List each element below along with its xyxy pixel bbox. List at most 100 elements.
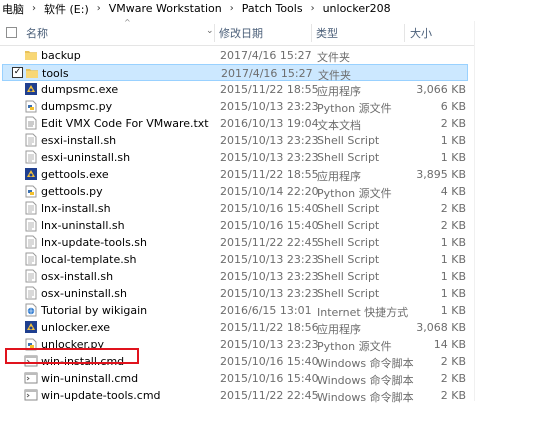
file-size: 2 KB (440, 117, 466, 130)
sh-icon (24, 150, 38, 164)
column-divider[interactable] (404, 24, 405, 42)
sh-icon (24, 252, 38, 266)
file-modified-date: 2015/10/14 22:20 (220, 185, 319, 198)
file-modified-date: 2015/10/13 23:23 (220, 100, 319, 113)
breadcrumb-chevron-icon[interactable]: › (224, 3, 240, 14)
column-header-type[interactable]: 类型 (316, 21, 338, 45)
file-size: 14 KB (433, 338, 466, 351)
py-icon (24, 184, 38, 198)
exe-icon (24, 82, 38, 96)
file-row-osx-install-sh[interactable]: osx-install.sh 2015/10/13 23:23 Shell Scri… (2, 268, 468, 285)
file-row-lnx-install-sh[interactable]: lnx-install.sh 2015/10/16 15:40 Shell Scri… (2, 200, 468, 217)
file-row-win-uninstall-cmd[interactable]: win-uninstall.cmd 2015/10/16 15:40 Windows… (2, 370, 468, 387)
file-name: dumpsmc.py (41, 100, 113, 113)
sh-icon (24, 218, 38, 232)
file-type: 应用程序 (317, 85, 361, 98)
file-size: 2 KB (440, 372, 466, 385)
file-modified-date: 2017/4/16 15:27 (221, 67, 313, 80)
file-row-gettools-py[interactable]: gettools.py 2015/10/14 22:20 Python 源文件 4 K… (2, 183, 468, 200)
file-type: 应用程序 (317, 170, 361, 183)
file-name: lnx-update-tools.sh (41, 236, 147, 249)
folder-row-tools[interactable]: ✓ tools 2017/4/16 15:27 文件夹 (2, 64, 468, 82)
exe-icon (24, 167, 38, 181)
file-name: lnx-install.sh (41, 202, 111, 215)
file-modified-date: 2015/10/13 23:23 (220, 287, 319, 300)
file-row-osx-uninstall-sh[interactable]: osx-uninstall.sh 2015/10/13 23:23 Shell Sc… (2, 285, 468, 302)
file-row-unlocker-exe[interactable]: unlocker.exe 2015/11/22 18:56 应用程序 3,068 KB (2, 319, 468, 336)
breadcrumb-patch-tools[interactable]: Patch Tools (240, 2, 305, 15)
file-type: Shell Script (317, 253, 380, 266)
file-size: 1 KB (440, 134, 466, 147)
breadcrumb-chevron-icon[interactable]: › (26, 3, 42, 14)
file-name: osx-install.sh (41, 270, 114, 283)
column-divider[interactable] (311, 24, 312, 42)
file-name: esxi-uninstall.sh (41, 151, 131, 164)
file-modified-date: 2015/10/16 15:40 (220, 355, 319, 368)
file-row-lnx-update-tools-sh[interactable]: lnx-update-tools.sh 2015/11/22 22:45 Shell… (2, 234, 468, 251)
column-header-row: 名称 ⌄ 修改日期 类型 大小 (0, 21, 474, 46)
file-size: 4 KB (440, 185, 466, 198)
file-modified-date: 2015/11/22 18:55 (220, 168, 319, 181)
column-header-date[interactable]: 修改日期 (219, 21, 263, 45)
file-type: Shell Script (317, 151, 380, 164)
file-type: Windows 命令脚本 (317, 374, 414, 387)
file-type: 应用程序 (317, 323, 361, 336)
file-row-dumpsmc-exe[interactable]: dumpsmc.exe 2015/11/22 18:55 应用程序 3,066 KB (2, 81, 468, 98)
breadcrumb-drive[interactable]: 软件 (E:) (42, 1, 91, 17)
file-name: dumpsmc.exe (41, 83, 119, 96)
file-row-edit-vmx-code-for-vmware-txt[interactable]: Edit VMX Code For VMware.txt 2016/10/13 1… (2, 115, 468, 132)
file-name: backup (41, 49, 81, 62)
file-type: Internet 快捷方式 (317, 306, 409, 319)
file-type: Shell Script (317, 134, 380, 147)
breadcrumb-chevron-icon[interactable]: › (305, 3, 321, 14)
column-divider[interactable] (214, 24, 215, 42)
file-modified-date: 2015/10/13 23:23 (220, 151, 319, 164)
sh-icon (24, 235, 38, 249)
file-row-local-template-sh[interactable]: local-template.sh 2015/10/13 23:23 Shell S… (2, 251, 468, 268)
file-size: 3,895 KB (416, 168, 466, 181)
breadcrumb-vmware[interactable]: VMware Workstation (107, 2, 224, 15)
file-name: esxi-install.sh (41, 134, 117, 147)
file-size: 3,066 KB (416, 83, 466, 96)
row-checkbox[interactable]: ✓ (12, 67, 23, 78)
column-header-name[interactable]: 名称 (26, 21, 48, 45)
breadcrumb-computer[interactable]: 电脑 (0, 1, 26, 17)
file-row-win-update-tools-cmd[interactable]: win-update-tools.cmd 2015/11/22 22:45 Wind… (2, 387, 468, 404)
file-row-esxi-uninstall-sh[interactable]: esxi-uninstall.sh 2015/10/13 23:23 Shell S… (2, 149, 468, 166)
exe-icon (24, 320, 38, 334)
file-name: local-template.sh (41, 253, 137, 266)
file-name: osx-uninstall.sh (41, 287, 128, 300)
file-row-lnx-uninstall-sh[interactable]: lnx-uninstall.sh 2015/10/16 15:40 Shell Sc… (2, 217, 468, 234)
sh-icon (24, 286, 38, 300)
file-modified-date: 2015/11/22 18:55 (220, 83, 319, 96)
file-type: Windows 命令脚本 (317, 357, 414, 370)
column-header-size[interactable]: 大小 (410, 21, 432, 45)
file-name: tools (42, 67, 69, 80)
file-modified-date: 2015/10/13 23:23 (220, 253, 319, 266)
file-type: Python 源文件 (317, 340, 392, 353)
select-all-checkbox[interactable] (6, 27, 17, 38)
file-modified-date: 2016/10/13 19:04 (220, 117, 319, 130)
file-modified-date: 2015/10/13 23:23 (220, 270, 319, 283)
file-row-tutorial-by-wikigain[interactable]: Tutorial by wikigain 2016/6/15 13:01 Inter… (2, 302, 468, 319)
sh-icon (24, 269, 38, 283)
file-name: gettools.py (41, 185, 103, 198)
breadcrumb: 电脑 › 软件 (E:) › VMware Workstation › Patc… (0, 0, 554, 17)
file-type: Python 源文件 (317, 102, 392, 115)
file-row-dumpsmc-py[interactable]: dumpsmc.py 2015/10/13 23:23 Python 源文件 6 KB (2, 98, 468, 115)
file-row-gettools-exe[interactable]: gettools.exe 2015/11/22 18:55 应用程序 3,895 KB (2, 166, 468, 183)
file-name: Edit VMX Code For VMware.txt (41, 117, 209, 130)
column-filter-dropdown-icon[interactable]: ⌄ (206, 26, 214, 36)
file-size: 1 KB (440, 151, 466, 164)
breadcrumb-chevron-icon[interactable]: › (91, 3, 107, 14)
folder-row-backup[interactable]: backup 2017/4/16 15:27 文件夹 (2, 47, 468, 64)
file-size: 6 KB (440, 100, 466, 113)
file-row-esxi-install-sh[interactable]: esxi-install.sh 2015/10/13 23:23 Shell Scr… (2, 132, 468, 149)
folder-icon (25, 66, 39, 80)
folder-icon (24, 48, 38, 62)
file-modified-date: 2015/11/22 18:56 (220, 321, 319, 334)
file-size: 1 KB (440, 287, 466, 300)
file-type: 文件夹 (317, 51, 350, 64)
breadcrumb-current-folder[interactable]: unlocker208 (321, 2, 393, 15)
file-size: 3,068 KB (416, 321, 466, 334)
